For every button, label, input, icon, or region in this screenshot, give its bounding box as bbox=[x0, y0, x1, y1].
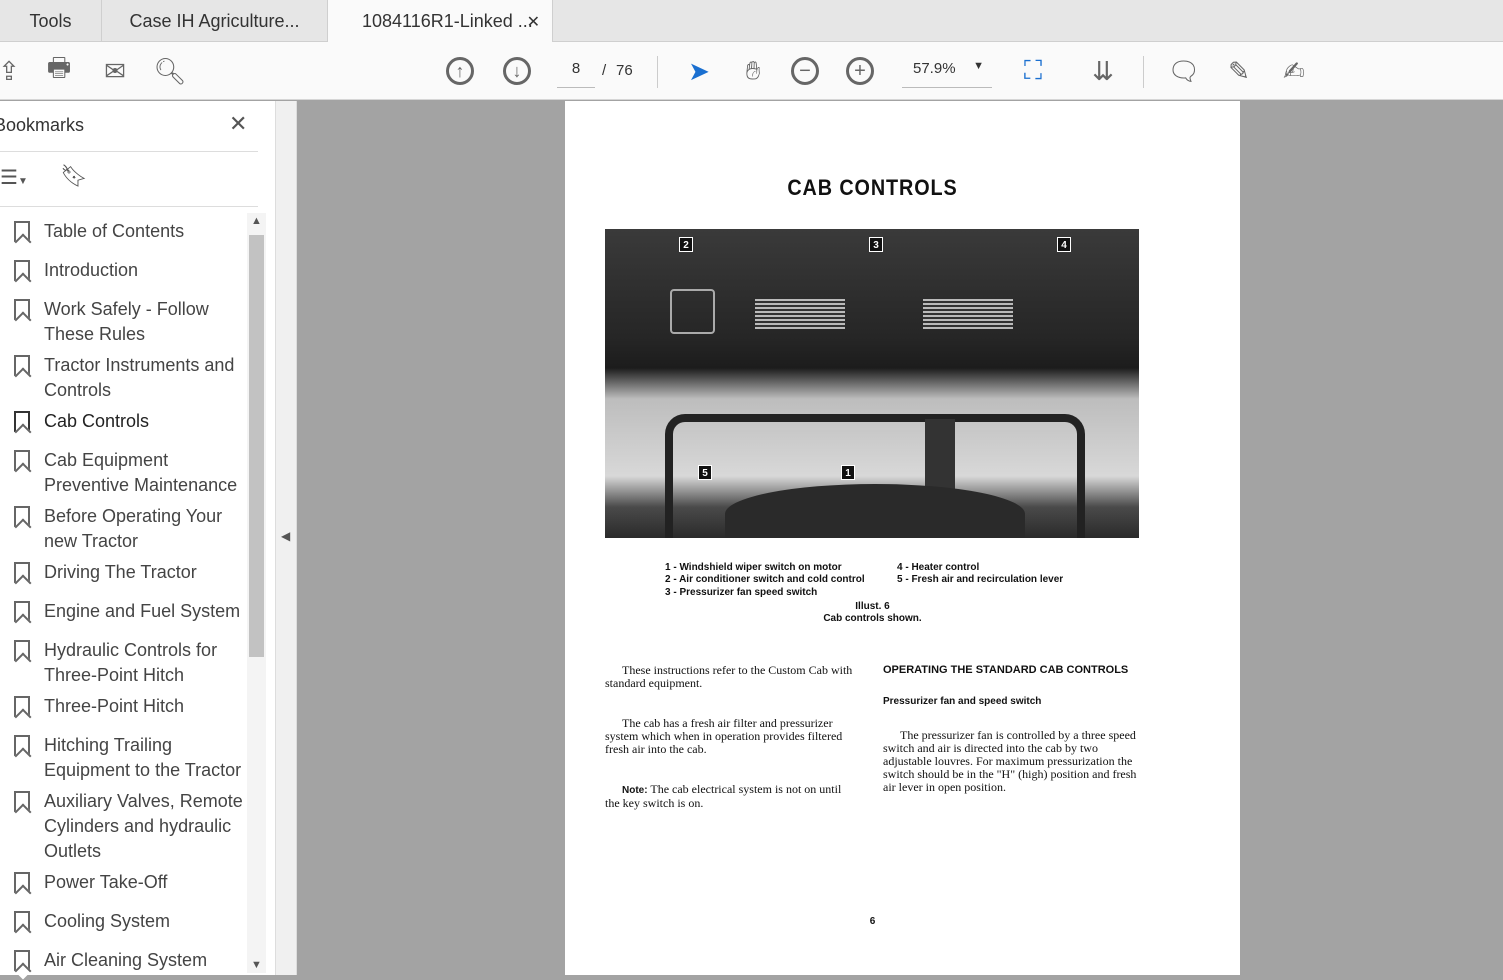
legend-item: 5 - Fresh air and recirculation lever bbox=[897, 574, 1064, 585]
bookmark-item[interactable]: Before Operating Your new Tractor bbox=[14, 504, 244, 554]
page-number-input[interactable]: 8 bbox=[557, 60, 595, 88]
bookmark-item[interactable]: Three-Point Hitch bbox=[14, 694, 244, 719]
zoom-select[interactable]: 57.9% ▼ bbox=[902, 60, 992, 88]
bookmark-options-icon[interactable]: ☰▼ bbox=[0, 165, 28, 190]
legend-item: 4 - Heater control bbox=[897, 562, 980, 573]
pdf-page: CAB CONTROLS 2 3 4 5 1 1 - Windshield wi… bbox=[565, 101, 1240, 975]
bookmark-item[interactable]: Auxiliary Valves, Remote Cylinders and h… bbox=[14, 789, 244, 864]
bookmark-item[interactable]: Work Safely - Follow These Rules bbox=[14, 297, 244, 347]
close-tab-icon[interactable]: ✕ bbox=[527, 12, 540, 32]
scrollbar-thumb[interactable] bbox=[249, 235, 264, 657]
bookmark-icon bbox=[14, 562, 30, 583]
zoom-value: 57.9% bbox=[913, 60, 956, 77]
bookmark-add-icon[interactable]: 🔖︎ bbox=[60, 163, 88, 189]
fit-page-icon[interactable]: ⛶ bbox=[1016, 54, 1050, 88]
callout-5: 5 bbox=[698, 465, 712, 480]
tab-case-ih[interactable]: Case IH Agriculture... bbox=[102, 0, 328, 42]
bookmark-icon bbox=[14, 221, 30, 242]
subheading: Pressurizer fan and speed switch bbox=[883, 696, 1042, 707]
scroll-up-icon[interactable]: ▲ bbox=[247, 215, 266, 227]
upload-icon[interactable]: ⇪ bbox=[0, 54, 26, 88]
legend-item: 1 - Windshield wiper switch on motor bbox=[665, 562, 842, 573]
collapse-panel-icon[interactable]: ◀ bbox=[281, 529, 290, 543]
callout-3: 3 bbox=[869, 237, 883, 252]
scrollbar[interactable]: ▲ ▼ bbox=[247, 213, 266, 973]
bookmark-item[interactable]: Hydraulic Controls for Three-Point Hitch bbox=[14, 638, 244, 688]
bookmarks-panel: Bookmarks ✕ ☰▼ 🔖︎ Table of Contents Intr… bbox=[0, 101, 275, 975]
chevron-down-icon: ▼ bbox=[973, 60, 984, 72]
prev-page-icon[interactable]: ↑ bbox=[446, 57, 474, 85]
illustration-caption: Cab controls shown. bbox=[823, 613, 922, 624]
bookmark-item[interactable]: Power Take-Off bbox=[14, 870, 244, 895]
bookmark-icon bbox=[14, 640, 30, 661]
highlight-pen-icon[interactable]: ✎ bbox=[1222, 54, 1256, 88]
bookmark-icon bbox=[14, 299, 30, 320]
cab-controls-photo: 2 3 4 5 1 bbox=[605, 229, 1139, 538]
callout-1: 1 bbox=[841, 465, 855, 480]
illustration-number: Illust. 6 bbox=[855, 601, 890, 612]
callout-4: 4 bbox=[1057, 237, 1071, 252]
tab-label: 1084116R1-Linked ... bbox=[362, 11, 533, 31]
bookmark-item[interactable]: Engine and Fuel System bbox=[14, 599, 244, 624]
divider bbox=[657, 56, 658, 88]
bookmark-item[interactable]: Hitching Trailing Equipment to the Tract… bbox=[14, 733, 244, 783]
scroll-mode-icon[interactable]: ⇊ bbox=[1086, 54, 1120, 88]
print-icon[interactable]: 🖶 bbox=[42, 52, 76, 88]
bookmark-item[interactable]: Driving The Tractor bbox=[14, 560, 244, 585]
page-title: CAB CONTROLS bbox=[787, 175, 958, 200]
bookmark-item[interactable]: Tractor Instruments and Controls bbox=[14, 353, 244, 403]
bookmark-icon bbox=[14, 735, 30, 756]
paragraph: The pressurizer fan is controlled by a t… bbox=[883, 728, 1137, 794]
next-page-icon[interactable]: ↓ bbox=[503, 57, 531, 85]
sign-icon[interactable]: ✍︎ bbox=[1277, 54, 1311, 88]
hand-tool-icon[interactable]: ✋︎ bbox=[736, 54, 770, 88]
bookmark-item-active[interactable]: Cab Controls bbox=[14, 409, 244, 434]
bookmark-item[interactable]: Air Cleaning System bbox=[14, 948, 244, 973]
bookmark-item[interactable]: Cooling System bbox=[14, 909, 244, 934]
page-number: 6 bbox=[869, 916, 876, 927]
legend-item: 3 - Pressurizer fan speed switch bbox=[665, 587, 818, 598]
bookmarks-title: Bookmarks bbox=[0, 115, 85, 135]
scroll-down-icon[interactable]: ▼ bbox=[247, 959, 266, 971]
bookmark-icon bbox=[14, 601, 30, 622]
bookmark-icon bbox=[14, 696, 30, 717]
bookmark-item[interactable]: Introduction bbox=[14, 258, 244, 283]
callout-2: 2 bbox=[679, 237, 693, 252]
paragraph: The cab has a fresh air filter and press… bbox=[605, 716, 843, 756]
legend-item: 2 - Air conditioner switch and cold cont… bbox=[665, 574, 865, 585]
close-panel-icon[interactable]: ✕ bbox=[229, 111, 247, 137]
bookmark-icon bbox=[14, 355, 30, 376]
section-heading: OPERATING THE STANDARD CAB CONTROLS bbox=[883, 664, 1129, 676]
divider bbox=[0, 151, 258, 152]
panel-splitter[interactable]: ◀ bbox=[275, 101, 297, 975]
bookmark-icon bbox=[14, 411, 30, 432]
note-label: Note: bbox=[622, 785, 648, 796]
divider bbox=[0, 206, 258, 207]
bookmark-icon bbox=[14, 872, 30, 893]
page-total: 76 bbox=[616, 62, 633, 79]
zoom-in-icon[interactable]: + bbox=[846, 57, 874, 85]
bookmark-item[interactable]: Cab Equipment Preventive Maintenance bbox=[14, 448, 244, 498]
comment-icon[interactable]: 🗨︎ bbox=[1167, 54, 1201, 88]
bookmark-item[interactable]: Table of Contents bbox=[14, 219, 244, 244]
zoom-out-icon[interactable]: − bbox=[791, 57, 819, 85]
bookmark-icon bbox=[14, 450, 30, 471]
tab-tools[interactable]: Tools bbox=[0, 0, 102, 42]
tab-document[interactable]: 1084116R1-Linked ... ✕ bbox=[328, 0, 553, 43]
toolbar: ⇪ 🖶 ✉ 🔍︎ ↑ ↓ 8 / 76 ➤ ✋︎ − + 57.9% ▼ ⛶ ⇊ … bbox=[0, 42, 1503, 100]
tab-bar: Tools Case IH Agriculture... 1084116R1-L… bbox=[0, 0, 1503, 43]
bookmark-icon bbox=[14, 506, 30, 527]
page-separator: / bbox=[602, 62, 607, 79]
bookmark-icon bbox=[14, 911, 30, 932]
bookmark-icon bbox=[14, 950, 30, 971]
bookmark-icon bbox=[14, 791, 30, 812]
search-icon[interactable]: 🔍︎ bbox=[153, 54, 187, 88]
select-cursor-icon[interactable]: ➤ bbox=[682, 54, 716, 88]
email-icon[interactable]: ✉ bbox=[98, 54, 132, 88]
divider bbox=[1143, 56, 1144, 88]
bookmark-icon bbox=[14, 260, 30, 281]
paragraph: These instructions refer to the Custom C… bbox=[605, 663, 853, 690]
